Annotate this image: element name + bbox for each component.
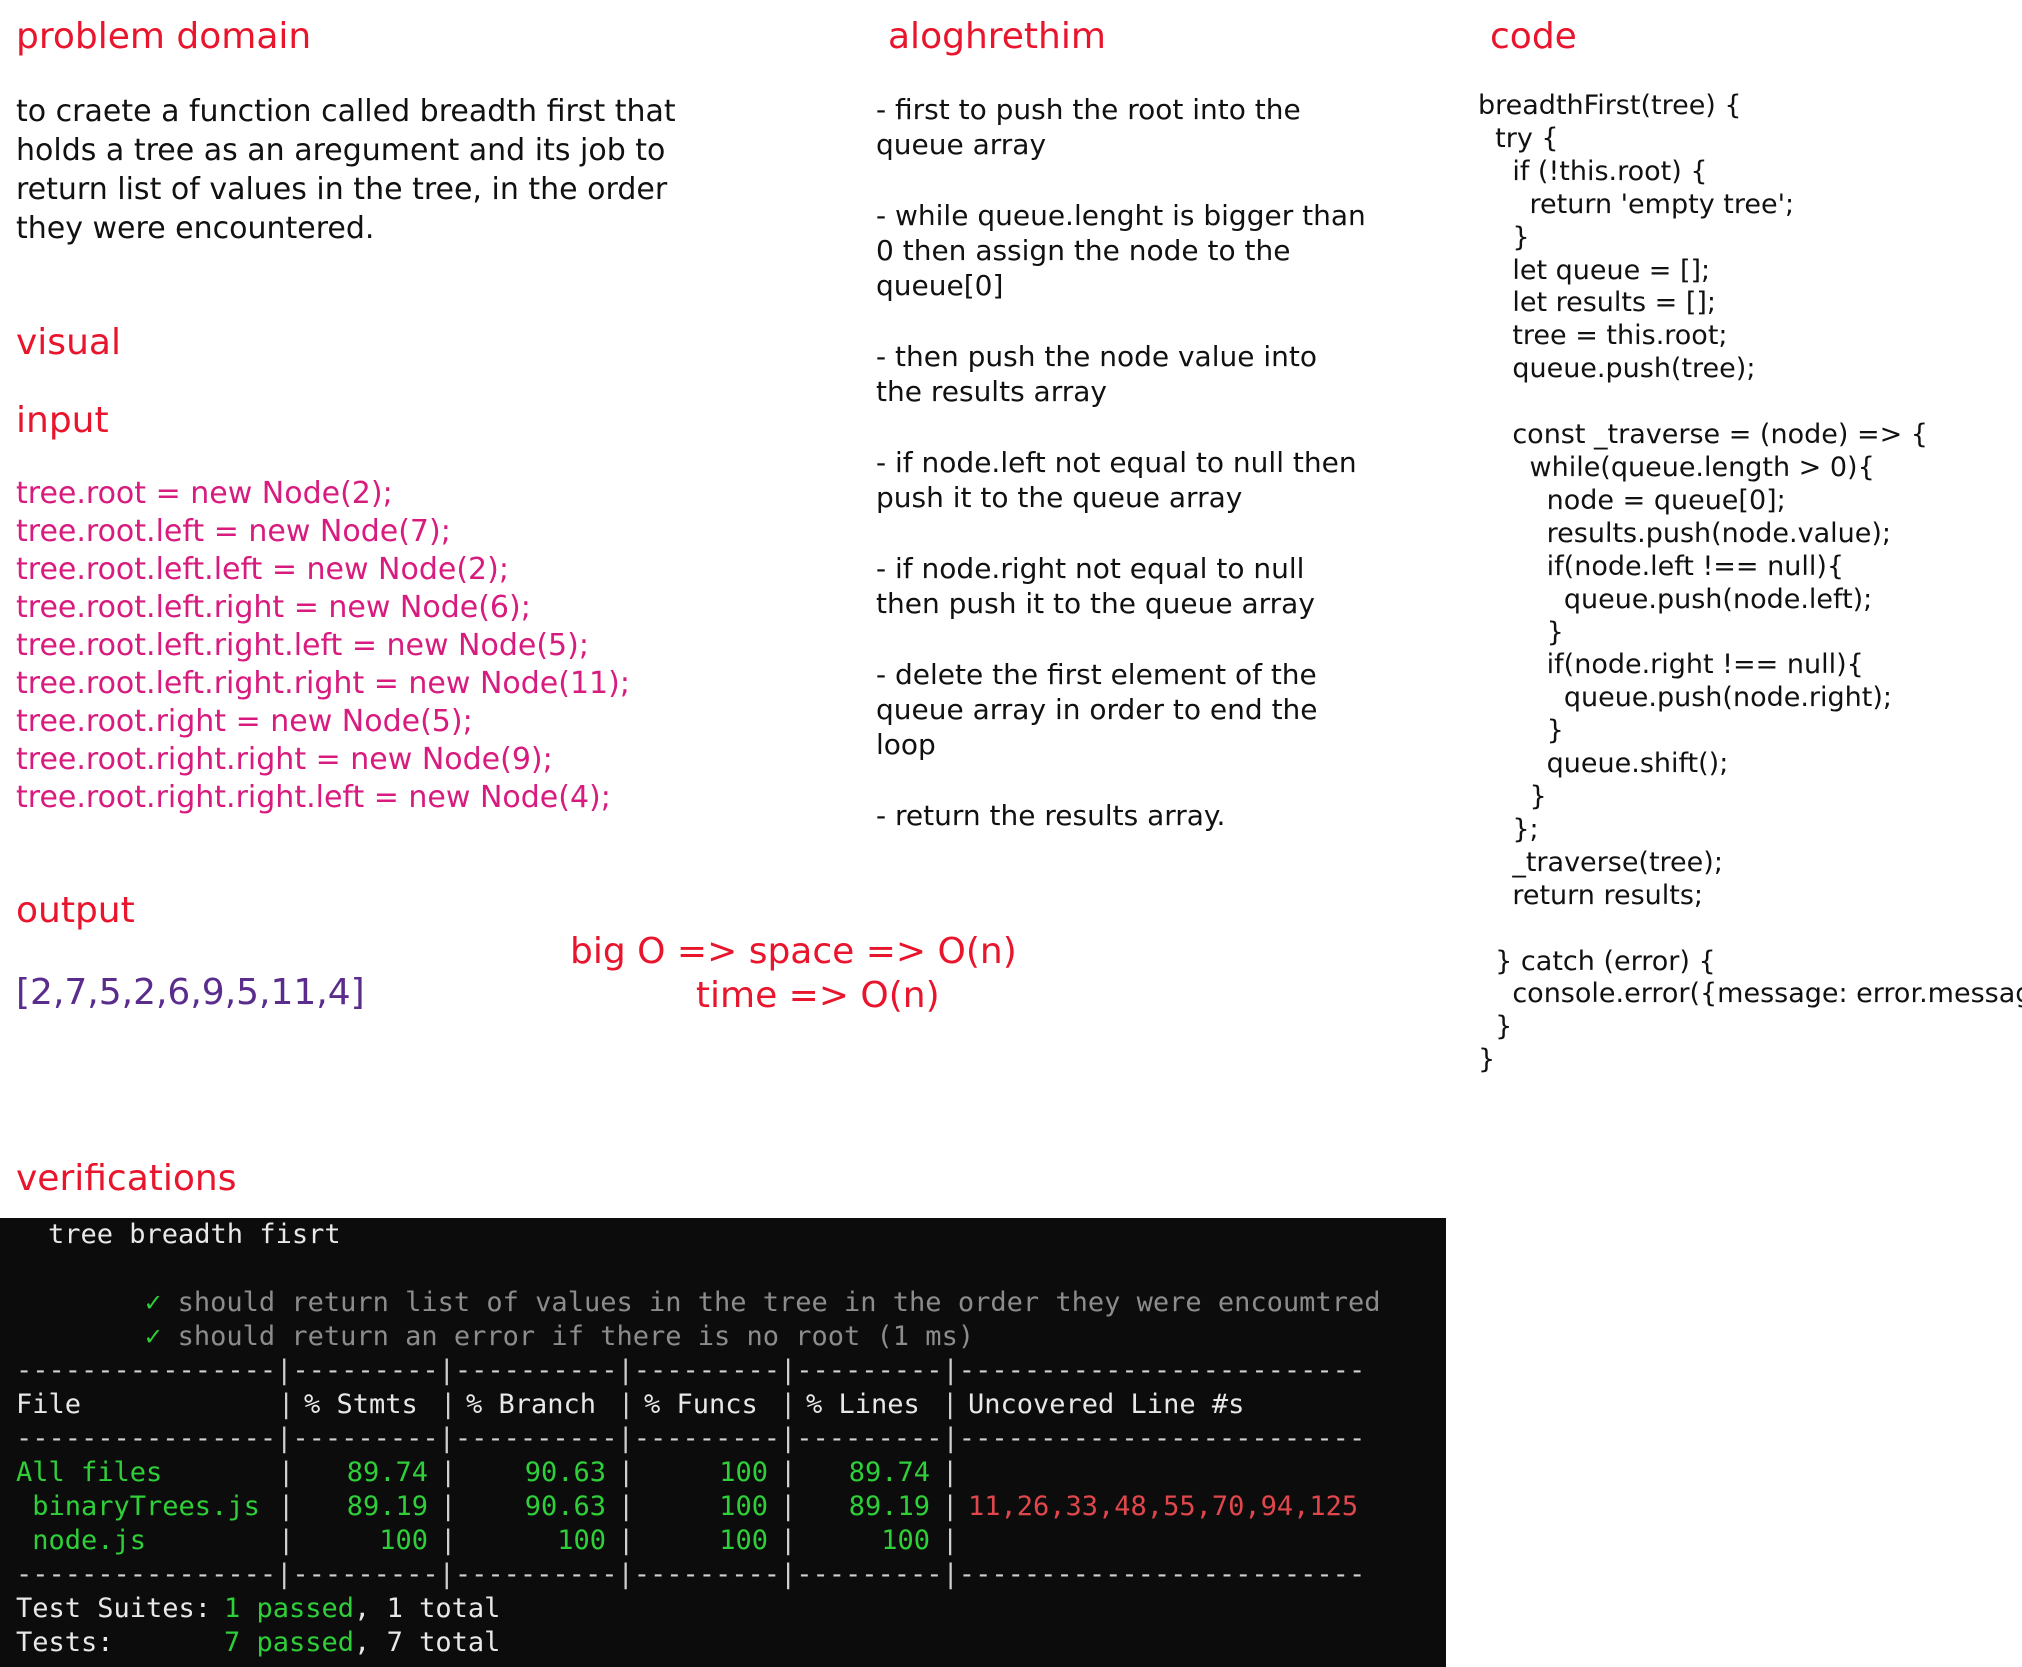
problem-domain-text: to craete a function called breadth firs… — [16, 94, 676, 246]
algorithm-step: - while queue.lenght is bigger than 0 th… — [876, 199, 1366, 302]
algorithm-step: - return the results array. — [876, 799, 1226, 832]
verifications-heading: verifications — [16, 1158, 237, 1199]
algorithm-heading: aloghrethim — [888, 16, 1106, 57]
table-row: binaryTrees.js | 89.19 | 90.63 | 100 | 8… — [16, 1491, 1359, 1522]
table-row: node.js | 100 | 100 | 100 | 100 | — [16, 1525, 959, 1556]
input-heading: input — [16, 400, 109, 441]
output-heading: output — [16, 890, 135, 931]
problem-domain-heading: problem domain — [16, 16, 312, 57]
table-separator: ----------------|---------|----------|--… — [16, 1355, 1366, 1386]
table-row: All files | 89.74 | 90.63 | 100 | 89.74 … — [16, 1457, 959, 1488]
algorithm-step: - then push the node value into the resu… — [876, 340, 1317, 408]
algorithm-step: - if node.right not equal to null then p… — [876, 552, 1315, 620]
algorithm-step: - if node.left not equal to null then pu… — [876, 446, 1357, 514]
algorithm-step: - first to push the root into the queue … — [876, 93, 1301, 161]
input-code: tree.root = new Node(2); tree.root.left … — [16, 476, 630, 815]
code-heading: code — [1490, 16, 1577, 57]
summary-tests: Tests: 7 passed, 7 total — [16, 1627, 501, 1658]
table-separator: ----------------|---------|----------|--… — [16, 1423, 1366, 1454]
summary-test-suites: Test Suites: 1 passed, 1 total — [16, 1593, 501, 1624]
table-header-row: File | % Stmts | % Branch | % Funcs | % … — [16, 1389, 1245, 1420]
visual-heading: visual — [16, 322, 121, 363]
algorithm-steps: - first to push the root into the queue … — [876, 92, 1436, 869]
check-icon: ✓ — [145, 1321, 162, 1352]
algorithm-step: - delete the first element of the queue … — [876, 658, 1318, 761]
code-block: breadthFirst(tree) { try { if (!this.roo… — [1478, 90, 2022, 1076]
output-value: [2,7,5,2,6,9,5,11,4] — [16, 972, 365, 1013]
suite-title: tree breadth fisrt — [48, 1219, 341, 1250]
test-output-terminal: tree breadth fisrt ✓ should return list … — [0, 1218, 1446, 1667]
table-separator: ----------------|---------|----------|--… — [16, 1559, 1366, 1590]
big-o-complexity: big O => space => O(n) time => O(n) — [570, 931, 1017, 1016]
